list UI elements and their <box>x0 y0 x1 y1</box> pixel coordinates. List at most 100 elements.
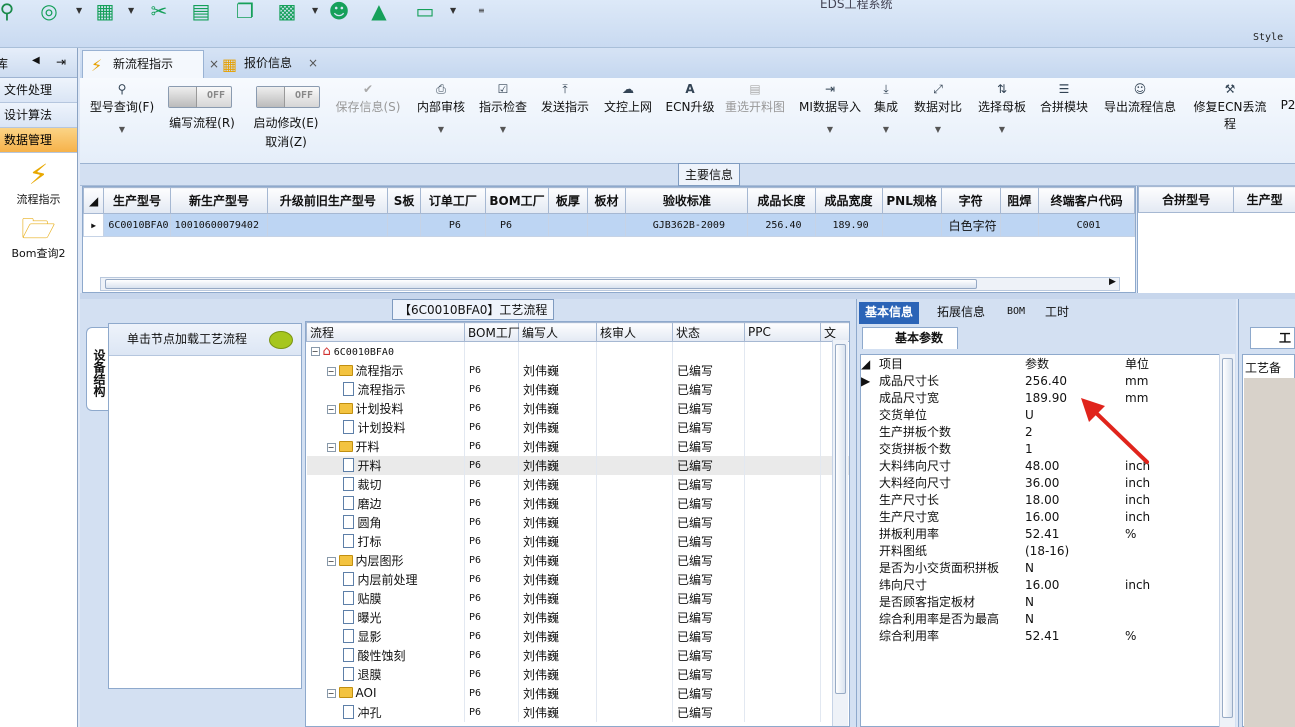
cell[interactable] <box>744 436 821 456</box>
cell[interactable]: 刘伟巍 <box>518 512 597 532</box>
cell[interactable]: 刘伟巍 <box>518 398 597 418</box>
cell[interactable]: P6 <box>464 398 519 418</box>
check-instruction-button[interactable]: ☑ 指示检查 ▼ <box>476 80 530 134</box>
param-row[interactable]: 大料纬向尺寸 48.00 inch <box>861 457 1221 474</box>
cell[interactable] <box>596 341 673 361</box>
tree-row[interactable]: 流程指示 P6 刘伟巍 已编写 <box>306 379 849 399</box>
cell[interactable] <box>744 379 821 399</box>
chevron-down-icon[interactable]: ▼ <box>312 6 318 15</box>
search-icon[interactable]: ⚲ <box>0 0 20 22</box>
column-header[interactable]: 字符 <box>940 187 1001 214</box>
tree-row[interactable]: 显影 P6 刘伟巍 已编写 <box>306 626 849 646</box>
param-value[interactable]: 52.41 <box>1025 627 1125 644</box>
tree-node[interactable]: − 内层图形 <box>306 550 465 570</box>
cell[interactable]: 刘伟巍 <box>518 417 597 437</box>
cell[interactable] <box>596 683 673 703</box>
tree-node[interactable]: 酸性蚀刻 <box>306 645 465 665</box>
param-row[interactable]: 综合利用率 52.41% <box>861 627 1221 644</box>
cell[interactable]: P6 <box>464 493 519 513</box>
chevron-down-icon[interactable]: ▼ <box>76 6 82 15</box>
equipment-structure-tab[interactable]: 设备结构 <box>86 327 108 411</box>
cell[interactable]: 白色字符 <box>940 213 1001 237</box>
param-value[interactable]: 16.00 <box>1025 508 1125 525</box>
column-header[interactable]: 生产型 <box>1233 186 1295 213</box>
cell[interactable]: P6 <box>464 702 519 722</box>
param-row[interactable]: 交货单位 U <box>861 406 1221 423</box>
column-header[interactable]: 参数 <box>1025 355 1125 372</box>
cell[interactable]: 刘伟巍 <box>518 550 597 570</box>
cell[interactable]: 256.40 <box>747 213 816 237</box>
style-menu[interactable]: Style <box>1253 32 1283 43</box>
horizontal-scrollbar[interactable]: ▶ <box>100 277 1120 291</box>
column-header[interactable]: 板厚 <box>548 187 588 214</box>
toggle-switch[interactable]: OFF <box>256 86 320 108</box>
cell[interactable]: 刘伟巍 <box>518 569 597 589</box>
cell[interactable]: 刘伟巍 <box>518 645 597 665</box>
tree-node[interactable]: 圆角 <box>306 512 465 532</box>
data-compare-button[interactable]: ⤢ 数据对比 ▼ <box>910 80 966 134</box>
column-header[interactable]: 流程 <box>306 322 465 342</box>
param-row[interactable]: 生产拼板个数 2 <box>861 423 1221 440</box>
cell[interactable] <box>999 213 1040 237</box>
cell[interactable]: 已编写 <box>672 436 745 456</box>
cell[interactable] <box>744 569 821 589</box>
tree-row[interactable]: 酸性蚀刻 P6 刘伟巍 已编写 <box>306 645 849 665</box>
cell[interactable] <box>744 417 821 437</box>
cell[interactable]: 已编写 <box>672 379 745 399</box>
scrollbar-thumb[interactable] <box>1222 358 1233 718</box>
cell[interactable]: P6 <box>464 474 519 494</box>
column-header[interactable]: 成品宽度 <box>814 187 883 214</box>
nav-shortcut-process[interactable]: ⚡ 流程指示 <box>0 159 77 207</box>
start-modify-toggle[interactable]: OFF 启动修改(E) 取消(Z) <box>246 86 326 150</box>
column-header[interactable]: BOM工厂 <box>464 322 520 342</box>
tree-node[interactable]: 贴膜 <box>306 588 465 608</box>
cell[interactable]: 刘伟巍 <box>518 379 597 399</box>
param-row[interactable]: ▶ 成品尺寸长 256.40 mm <box>861 372 1221 389</box>
cell[interactable] <box>744 512 821 532</box>
tree-node[interactable]: 显影 <box>306 626 465 646</box>
column-header[interactable]: 成品长度 <box>747 187 816 214</box>
tree-row[interactable]: 打标 P6 刘伟巍 已编写 <box>306 531 849 551</box>
cell[interactable]: 已编写 <box>672 607 745 627</box>
edit-process-toggle[interactable]: OFF 编写流程(R) <box>162 86 242 131</box>
nav-shortcut-bom[interactable]: 🗁 Bom查询2 <box>0 213 77 261</box>
tree-node[interactable]: 开料 <box>306 455 465 475</box>
tree-row[interactable]: − 内层图形 P6 刘伟巍 已编写 <box>306 550 849 570</box>
cell[interactable]: 刘伟巍 <box>518 474 597 494</box>
integrate-button[interactable]: ⤓ 集成 ▼ <box>868 80 904 134</box>
param-row[interactable]: 生产尺寸宽 16.00 inch <box>861 508 1221 525</box>
param-value[interactable]: 52.41 <box>1025 525 1125 542</box>
cell[interactable]: 已编写 <box>672 683 745 703</box>
cell[interactable]: 已编写 <box>672 417 745 437</box>
cell[interactable] <box>596 531 673 551</box>
p2-button[interactable]: P2 <box>1278 80 1295 112</box>
collapse-icon[interactable]: − <box>310 346 320 356</box>
cell[interactable] <box>744 702 821 722</box>
cell[interactable]: 已编写 <box>672 493 745 513</box>
cell[interactable]: P6 <box>464 531 519 551</box>
cell[interactable]: P6 <box>464 360 519 380</box>
cell[interactable]: P6 <box>464 607 519 627</box>
scissors-icon[interactable]: ✂ <box>146 0 172 22</box>
cell[interactable] <box>596 569 673 589</box>
tree-node[interactable]: − 计划投料 <box>306 398 465 418</box>
cell[interactable] <box>596 398 673 418</box>
tree-row[interactable]: − AOI P6 刘伟巍 已编写 <box>306 683 849 703</box>
tree-node[interactable]: − 流程指示 <box>306 360 465 380</box>
column-header[interactable]: S板 <box>387 187 421 214</box>
tree-row[interactable]: 圆角 P6 刘伟巍 已编写 <box>306 512 849 532</box>
column-header[interactable]: 升级前旧生产型号 <box>267 187 389 214</box>
tab-extended-info[interactable]: 拓展信息 <box>931 302 991 324</box>
cell[interactable]: P6 <box>464 683 519 703</box>
lifebuoy-icon[interactable]: ◎ <box>36 0 62 22</box>
tree-node[interactable]: 冲孔 <box>306 702 465 722</box>
internal-review-button[interactable]: ⎙ 内部审核 ▼ <box>414 80 468 134</box>
tree-node[interactable]: 流程指示 <box>306 379 465 399</box>
cell[interactable] <box>744 645 821 665</box>
cell[interactable] <box>464 341 519 361</box>
tree-node[interactable]: 裁切 <box>306 474 465 494</box>
cell[interactable] <box>596 436 673 456</box>
cell[interactable] <box>744 683 821 703</box>
cell[interactable]: 已编写 <box>672 588 745 608</box>
cell[interactable] <box>596 474 673 494</box>
